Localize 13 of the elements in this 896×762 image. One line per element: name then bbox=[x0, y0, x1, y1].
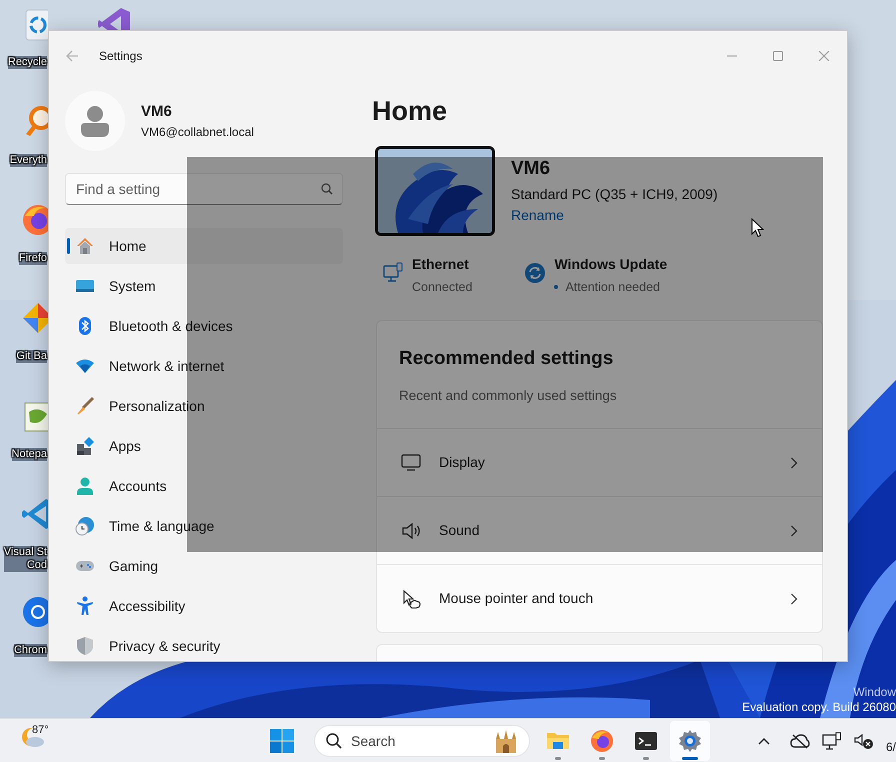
temperature: 87° bbox=[32, 722, 49, 738]
clock[interactable]: 6/ bbox=[886, 738, 896, 756]
windows-logo-icon bbox=[270, 728, 294, 752]
taskbar-search-field[interactable]: Search bbox=[314, 724, 530, 756]
taskbar-app[interactable] bbox=[670, 720, 710, 760]
firefox-icon bbox=[590, 728, 614, 752]
speaker-muted-icon[interactable] bbox=[854, 732, 874, 750]
weather-widget[interactable]: 87° bbox=[20, 724, 60, 758]
search-icon bbox=[326, 732, 342, 748]
gear-icon bbox=[678, 728, 702, 752]
chevron-up-icon bbox=[758, 736, 770, 744]
cloud-off-icon[interactable] bbox=[790, 732, 810, 748]
network-icon[interactable] bbox=[822, 732, 842, 750]
